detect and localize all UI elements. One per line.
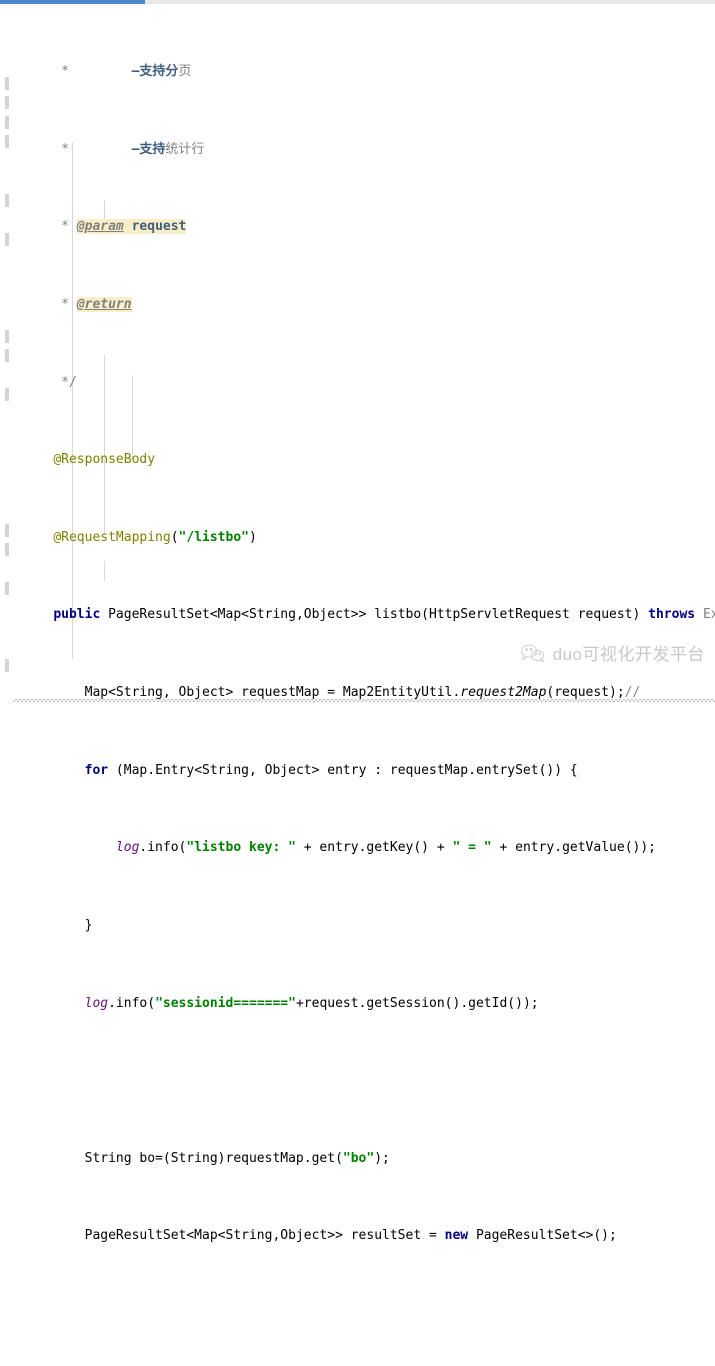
- code-line[interactable]: * —支持分页: [13, 62, 715, 81]
- change-marker: [5, 582, 9, 595]
- code-line[interactable]: log.info("listbo key: " + entry.getKey()…: [13, 838, 715, 857]
- code-content[interactable]: * —支持分页 * —支持统计行 * @param request * @ret…: [13, 4, 715, 1366]
- change-marker: [5, 77, 9, 90]
- warning-squiggle: [13, 699, 715, 703]
- code-line[interactable]: * —支持统计行: [13, 140, 715, 159]
- code-line-text: }: [22, 917, 93, 933]
- code-line-text: PageResultSet<Map<String,Object>> result…: [22, 1228, 617, 1244]
- code-line[interactable]: String bo=(String)requestMap.get("bo");: [13, 1149, 715, 1168]
- change-marker: [5, 349, 9, 362]
- change-marker: [5, 659, 9, 672]
- code-line[interactable]: @ResponseBody: [13, 450, 715, 469]
- change-marker: [5, 116, 9, 129]
- code-line[interactable]: log.info("sessionid======="+request.getS…: [13, 994, 715, 1013]
- code-line[interactable]: @RequestMapping("/listbo"): [13, 528, 715, 547]
- code-line-text: */: [22, 374, 77, 390]
- code-line-text: log.info("sessionid======="+request.getS…: [84, 995, 539, 1011]
- code-line-text: * @return: [22, 297, 132, 313]
- code-line[interactable]: }: [13, 916, 715, 935]
- wechat-bubble-icon: [520, 643, 546, 663]
- code-line-text: * —支持分页: [22, 64, 192, 80]
- code-line[interactable]: Map<String, Object> requestMap = Map2Ent…: [13, 683, 715, 703]
- code-line[interactable]: * @param request: [13, 217, 715, 236]
- change-marker: [5, 135, 9, 148]
- code-editor[interactable]: * —支持分页 * —支持统计行 * @param request * @ret…: [0, 0, 715, 1243]
- code-line-text: for (Map.Entry<String, Object> entry : r…: [84, 762, 578, 778]
- change-marker: [5, 388, 9, 401]
- code-line[interactable]: [13, 1304, 715, 1323]
- editor-gutter[interactable]: [0, 4, 13, 683]
- code-line[interactable]: */: [13, 373, 715, 392]
- change-marker: [5, 330, 9, 343]
- change-marker: [5, 96, 9, 109]
- code-line-text: @ResponseBody: [53, 452, 156, 468]
- change-marker: [5, 194, 9, 207]
- code-line-text: * —支持统计行: [22, 141, 205, 157]
- code-line[interactable]: PageResultSet<Map<String,Object>> result…: [13, 1226, 715, 1245]
- code-line-text: @RequestMapping("/listbo"): [53, 529, 257, 545]
- code-line[interactable]: [13, 1071, 715, 1090]
- code-line[interactable]: * @return: [13, 295, 715, 314]
- code-line-text: public PageResultSet<Map<String,Object>>…: [53, 607, 715, 623]
- change-marker: [5, 543, 9, 556]
- code-line-text: * @param request: [22, 219, 187, 235]
- watermark: duo可视化开发平台: [520, 640, 705, 665]
- code-line[interactable]: for (Map.Entry<String, Object> entry : r…: [13, 761, 715, 780]
- code-line-text: log.info("listbo key: " + entry.getKey()…: [115, 840, 657, 856]
- code-line[interactable]: public PageResultSet<Map<String,Object>>…: [13, 605, 715, 624]
- code-line-text: Map<String, Object> requestMap = Map2Ent…: [22, 685, 641, 701]
- change-marker: [5, 524, 9, 537]
- code-line-text: String bo=(String)requestMap.get("bo");: [22, 1150, 390, 1166]
- change-marker: [5, 233, 9, 246]
- watermark-text: duo可视化开发平台: [552, 645, 705, 664]
